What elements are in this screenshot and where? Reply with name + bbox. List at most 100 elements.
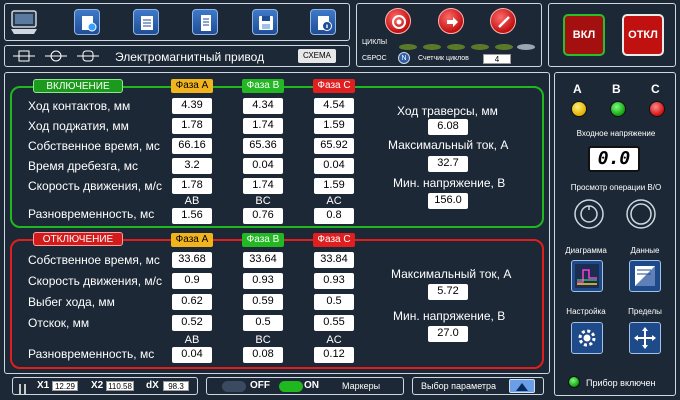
inclusion-row-label: Скорость движения, м/с <box>28 179 163 193</box>
inclusion-row-value: 65.92 <box>314 138 354 154</box>
counter-label: Счетчик циклов <box>418 55 469 62</box>
contact-icon-3[interactable] <box>77 49 99 63</box>
inc-max-current-value: 32.7 <box>428 156 468 172</box>
forward-button[interactable] <box>438 8 464 34</box>
inclusion-row-value: 4.34 <box>243 98 283 114</box>
shutdown-row-value: 0.93 <box>314 273 354 289</box>
shutdown-row-value: 33.64 <box>243 252 283 268</box>
markers-on-switch[interactable] <box>279 381 303 392</box>
cycle-indicators <box>398 38 536 50</box>
view-on-knob[interactable] <box>573 198 605 230</box>
shutdown-row-value: 33.68 <box>172 252 212 268</box>
inclusion-row-value: 4.54 <box>314 98 354 114</box>
phase-a-led <box>571 101 587 117</box>
traverse-value: 6.08 <box>428 119 468 135</box>
save-icon <box>259 16 273 30</box>
page-title: Электромагнитный привод <box>115 50 265 64</box>
table-icon <box>635 266 655 286</box>
markers-off-switch[interactable] <box>222 381 246 392</box>
inclusion-phase-b: Фаза B <box>242 79 284 93</box>
inclusion-diff-label: Разновременность, мс <box>28 207 155 221</box>
param-select-button[interactable] <box>509 379 535 393</box>
shutdown-phase-b: Фаза B <box>242 233 284 247</box>
voltage-display-value: 0.0 <box>597 148 631 169</box>
inc-min-voltage-label: Мин. напряжение, В <box>393 176 506 190</box>
inclusion-diff-bc-value: 0.76 <box>243 208 283 224</box>
move-arrows-icon <box>634 327 656 349</box>
shutdown-diff-ac: AC <box>326 334 342 346</box>
new-file-button[interactable] <box>74 9 100 35</box>
input-voltage-label: Входное напряжение <box>576 129 656 138</box>
dx-value: 98.3 <box>163 381 189 391</box>
inclusion-diff-bc: BC <box>255 195 271 207</box>
shut-max-current-value: 5.72 <box>428 284 468 300</box>
shutdown-row-value: 0.52 <box>172 315 212 331</box>
data-button[interactable] <box>629 260 661 292</box>
emergency-stop-button[interactable] <box>385 8 411 34</box>
gear-icon <box>578 329 596 347</box>
shut-max-current-label: Максимальный ток, А <box>391 267 512 281</box>
shutdown-row-label: Собственное время, мс <box>28 253 160 267</box>
inclusion-row-value: 1.78 <box>172 178 212 194</box>
inclusion-row-value: 0.04 <box>314 158 354 174</box>
view-operation-label: Просмотр операции В/О <box>570 183 662 192</box>
reset-button[interactable]: N <box>398 52 410 64</box>
shutdown-diff-bc: BC <box>255 334 271 346</box>
diagram-button[interactable] <box>571 260 603 292</box>
phase-letter-b: B <box>612 82 621 96</box>
inc-max-current-label: Максимальный ток, А <box>388 138 509 152</box>
on-button[interactable]: ВКЛ <box>563 14 605 56</box>
dx-label: dX <box>146 380 159 391</box>
no-entry-icon <box>498 16 510 28</box>
device-on-label: Прибор включен <box>586 378 656 388</box>
inclusion-diff-ac: AC <box>326 195 342 207</box>
shutdown-phase-c: Фаза C <box>313 233 355 247</box>
inclusion-row-label: Собственное время, мс <box>28 139 160 153</box>
shutdown-diff-label: Разновременность, мс <box>28 347 155 361</box>
save-button[interactable] <box>252 9 278 35</box>
shutdown-row-value: 0.59 <box>243 294 283 310</box>
shutdown-row-value: 0.5 <box>243 315 283 331</box>
document-button[interactable] <box>192 9 218 35</box>
markers-off-label: OFF <box>250 380 270 391</box>
x1-label: X1 <box>37 380 50 391</box>
contact-icon-2[interactable] <box>45 49 67 63</box>
toolbar-frame <box>4 3 350 41</box>
inclusion-row-label: Ход поджатия, мм <box>28 119 129 133</box>
inclusion-diff-ac-value: 0.8 <box>314 208 354 224</box>
shutdown-phase-a: Фаза A <box>171 233 213 247</box>
settings-button[interactable] <box>571 322 603 354</box>
cancel-button[interactable] <box>490 8 516 34</box>
inclusion-phase-c: Фаза C <box>313 79 355 93</box>
inclusion-row-value: 3.2 <box>172 158 212 174</box>
shutdown-diff-ac-value: 0.12 <box>314 347 354 363</box>
inclusion-row-value: 4.39 <box>172 98 212 114</box>
inclusion-row-value: 1.59 <box>314 178 354 194</box>
device-icon <box>9 8 39 36</box>
traverse-label: Ход траверсы, мм <box>397 104 498 118</box>
markers-on-label: ON <box>304 380 319 391</box>
arrow-right-icon <box>447 17 458 27</box>
x1-value: 12.29 <box>52 381 78 391</box>
inclusion-row-value: 1.74 <box>243 178 283 194</box>
shutdown-row-value: 0.62 <box>172 294 212 310</box>
print-icon <box>141 16 153 30</box>
shutdown-row-value: 0.55 <box>314 315 354 331</box>
limits-button[interactable] <box>629 322 661 354</box>
phase-c-led <box>649 101 665 117</box>
phase-b-led <box>610 101 626 117</box>
param-select-label: Выбор параметра <box>421 381 497 391</box>
document-icon <box>201 15 211 31</box>
shutdown-row-label: Отскок, мм <box>28 316 90 330</box>
settings-label: Настройка <box>566 307 606 316</box>
print-button[interactable] <box>133 9 159 35</box>
limits-label: Пределы <box>628 307 662 316</box>
info-button[interactable] <box>310 9 336 35</box>
counter-value: 4 <box>483 54 511 64</box>
scheme-button[interactable]: СХЕМА <box>298 49 336 63</box>
off-button[interactable]: ОТКЛ <box>622 14 664 56</box>
shutdown-row-label: Скорость движения, м/с <box>28 274 163 288</box>
inclusion-row-label: Время дребезга, мс <box>28 159 139 173</box>
contact-icon-1[interactable] <box>13 49 35 63</box>
view-off-knob[interactable] <box>625 198 657 230</box>
